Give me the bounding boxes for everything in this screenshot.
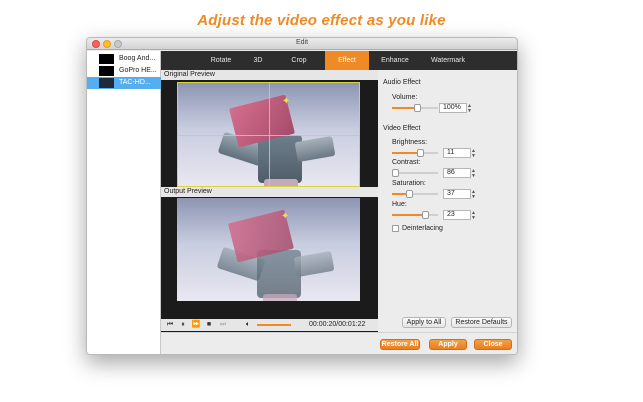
stepper-icon[interactable]: ▲ ▼ [467,104,473,114]
brightness-field[interactable]: 11 ▲ ▼ [443,148,476,159]
output-preview: ✦ [177,198,360,301]
file-name: TAC-HD... [119,79,151,86]
player-volume-slider[interactable] [257,324,291,326]
timecode: 00:00:20/00:01:22 [309,321,366,328]
contrast-field[interactable]: 86 ▲ ▼ [443,168,476,179]
skip-forward-icon[interactable]: ⏭ [218,320,228,330]
pause-icon[interactable]: ⏸ [178,320,188,330]
fast-forward-icon[interactable]: ⏩ [191,320,201,330]
file-name: Boog And... [119,55,156,62]
stepper-icon[interactable]: ▲ ▼ [471,211,477,221]
file-list: Boog And... GoPro HE... TAC-HD... [87,51,161,354]
brightness-slider[interactable] [392,149,438,157]
saturation-field[interactable]: 37 ▲ ▼ [443,189,476,200]
window-title: Edit [295,39,309,46]
tab-crop[interactable]: Crop [281,51,317,70]
contrast-label: Contrast: [392,159,421,166]
title-bar: Edit [87,38,517,50]
speaker-icon[interactable]: 🔈︎ [243,320,253,330]
tab-enhance[interactable]: Enhance [373,51,417,70]
volume-value: 100% [443,104,461,111]
hue-label: Hue: [392,201,407,208]
tab-3d[interactable]: 3D [243,51,273,70]
contrast-value: 86 [447,169,455,176]
preview-area: Original Preview ✦ Output Preview ✦ [161,70,378,354]
brightness-value: 11 [447,149,455,156]
original-preview[interactable]: ✦ [177,82,360,187]
stepper-icon[interactable]: ▲ ▼ [471,169,477,179]
edit-tab-bar: Rotate 3D Crop Effect Enhance Watermark [161,51,517,70]
tab-effect[interactable]: Effect [325,51,369,70]
headline: Adjust the video effect as you like [197,12,446,29]
figure-legs [263,294,297,301]
video-thumbnail [99,66,114,76]
apply-button[interactable]: Apply [429,339,467,350]
contrast-slider[interactable] [392,169,438,177]
brightness-label: Brightness: [392,139,428,146]
sparkle-icon: ✦ [282,96,291,107]
file-item[interactable]: GoPro HE... [87,65,161,77]
transport-controls: ⏮ ⏸ ⏩ ■ ⏭ 🔈︎ 00:00:20/00:01:22 [161,319,378,331]
close-button[interactable]: Close [474,339,512,350]
sparkle-icon: ✦ [281,211,290,222]
skip-back-icon[interactable]: ⏮ [165,320,175,330]
hue-field[interactable]: 23 ▲ ▼ [443,210,476,221]
effect-panel: Audio Effect Volume: 100% ▲ ▼ Video Effec… [378,70,517,354]
volume-label: Volume: [392,94,418,101]
original-preview-label: Original Preview [161,70,378,80]
video-thumbnail [99,54,114,64]
audio-effect-title: Audio Effect [383,79,421,86]
saturation-slider[interactable] [392,190,438,198]
edit-window: Edit Boog And... GoPro HE... TAC-HD... R… [86,37,518,355]
stop-icon[interactable]: ■ [204,320,214,330]
stepper-icon[interactable]: ▲ ▼ [471,149,477,159]
restore-defaults-button[interactable]: Restore Defaults [451,317,512,328]
deinterlacing-checkbox[interactable] [392,225,399,232]
restore-all-button[interactable]: Restore All [380,339,420,350]
file-item-selected[interactable]: TAC-HD... [87,77,161,89]
crop-guide-vertical [269,83,270,186]
tab-rotate[interactable]: Rotate [201,51,241,70]
video-thumbnail [99,78,114,88]
volume-field[interactable]: 100% ▲ ▼ [439,103,472,114]
saturation-label: Saturation: [392,180,426,187]
bottom-action-bar: Restore All Apply Close [161,332,517,354]
hue-slider[interactable] [392,211,438,219]
deinterlacing-label: Deinterlacing [402,225,443,232]
tab-watermark[interactable]: Watermark [423,51,473,70]
file-item[interactable]: Boog And... [87,53,161,65]
volume-slider[interactable] [392,104,438,112]
hue-value: 23 [447,211,455,218]
saturation-value: 37 [447,190,455,197]
apply-to-all-button[interactable]: Apply to All [402,317,446,328]
video-effect-title: Video Effect [383,125,421,132]
stepper-icon[interactable]: ▲ ▼ [471,190,477,200]
file-name: GoPro HE... [119,67,157,74]
output-preview-label: Output Preview [161,187,378,197]
